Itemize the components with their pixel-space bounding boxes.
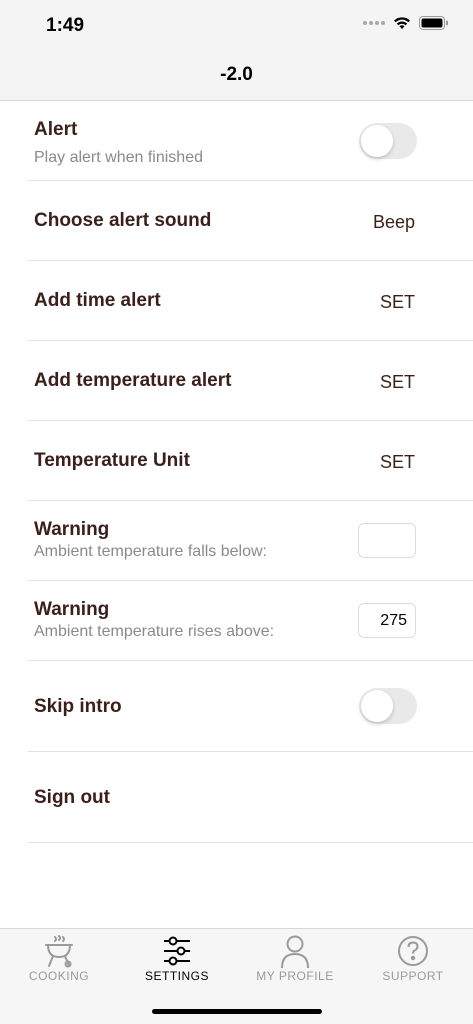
warning-high-row: Warning Ambient temperature rises above:… (28, 581, 473, 661)
sign-out-button[interactable]: Sign out (34, 787, 110, 809)
grill-icon (45, 935, 73, 968)
time-alert-row[interactable]: Add time alert SET (28, 261, 473, 341)
alert-row: Alert Play alert when finished (28, 101, 473, 181)
warning-low-input[interactable] (358, 523, 416, 558)
navigation-bar: -2.0 (0, 50, 473, 101)
help-icon (398, 936, 428, 966)
time-alert-title: Add time alert (34, 290, 161, 311)
settings-list: Alert Play alert when finished Choose al… (28, 101, 473, 843)
alert-sound-value[interactable]: Beep (373, 212, 415, 233)
person-icon (281, 935, 309, 968)
temperature-unit-title: Temperature Unit (34, 450, 190, 471)
warning-low-subtitle: Ambient temperature falls below: (34, 543, 267, 560)
status-time: 1:49 (46, 15, 85, 36)
tab-settings-label: SETTINGS (144, 969, 209, 983)
alert-title: Alert (34, 119, 78, 140)
skip-intro-title: Skip intro (34, 696, 122, 717)
sliders-icon (164, 936, 190, 966)
time-alert-set-button[interactable]: SET (380, 292, 415, 313)
alert-subtitle: Play alert when finished (34, 149, 203, 166)
warning-low-row: Warning Ambient temperature falls below: (28, 501, 473, 581)
status-bar: 1:49 (0, 0, 473, 50)
tab-support-label: SUPPORT (382, 969, 444, 983)
tab-my-profile[interactable]: MY PROFILE (236, 929, 354, 989)
skip-intro-toggle[interactable] (359, 688, 417, 724)
warning-high-subtitle: Ambient temperature rises above: (34, 623, 275, 640)
temperature-alert-row[interactable]: Add temperature alert SET (28, 341, 473, 421)
warning-low-title: Warning (34, 519, 110, 540)
wifi-icon (394, 17, 410, 29)
tab-cooking-label: COOKING (28, 969, 90, 983)
warning-high-title: Warning (34, 599, 110, 620)
home-indicator (152, 1009, 322, 1014)
toggle-knob (361, 690, 393, 722)
temperature-alert-title: Add temperature alert (34, 370, 232, 391)
alert-sound-row[interactable]: Choose alert sound Beep (28, 181, 473, 261)
temperature-unit-row[interactable]: Temperature Unit SET (28, 421, 473, 501)
temperature-unit-set-button[interactable]: SET (380, 452, 415, 473)
temperature-alert-set-button[interactable]: SET (380, 372, 415, 393)
toggle-knob (361, 125, 393, 157)
battery-icon (419, 16, 448, 30)
tab-settings[interactable]: SETTINGS (118, 929, 236, 989)
alert-sound-title: Choose alert sound (34, 210, 212, 231)
page-title: -2.0 (220, 64, 253, 85)
sign-out-row[interactable]: Sign out (28, 752, 473, 843)
status-icons (363, 16, 449, 30)
skip-intro-row: Skip intro (28, 661, 473, 752)
tab-support[interactable]: SUPPORT (354, 929, 472, 989)
warning-high-input[interactable]: 275 (358, 603, 416, 638)
tab-cooking[interactable]: COOKING (0, 929, 118, 989)
alert-toggle[interactable] (359, 123, 417, 159)
tab-my-profile-label: MY PROFILE (256, 969, 334, 983)
signal-icon (363, 21, 385, 25)
